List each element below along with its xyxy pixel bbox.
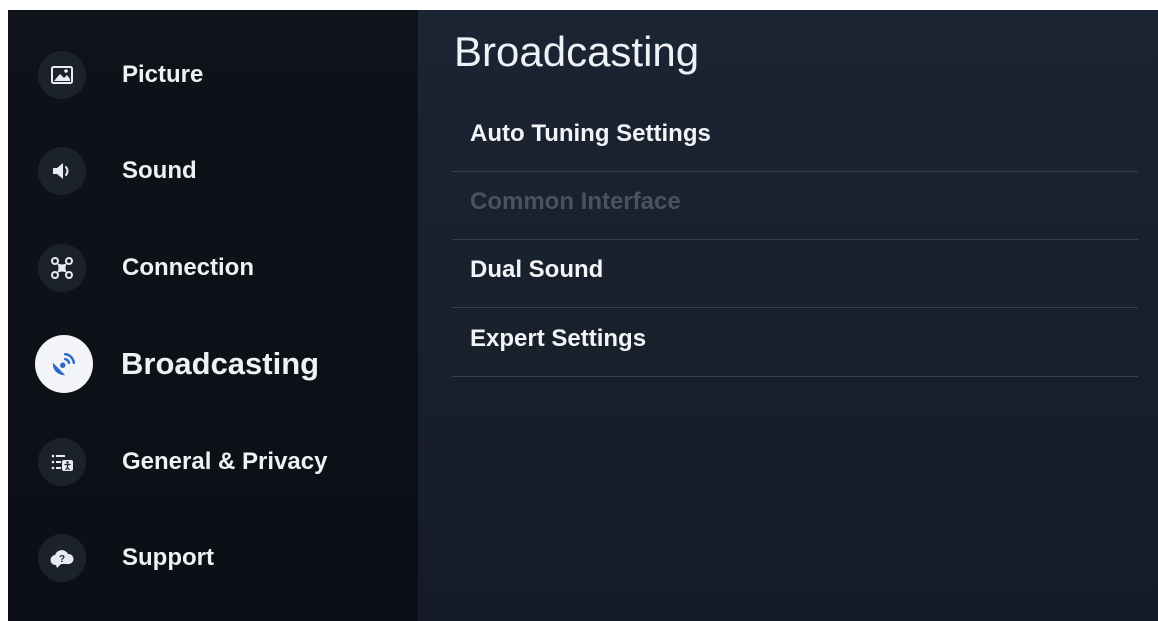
speaker-icon [38,147,86,195]
menu-item-label: Common Interface [470,188,681,215]
menu-item-auto-tuning-settings[interactable]: Auto Tuning Settings [452,104,1138,172]
menu-item-label: Expert Settings [470,325,647,352]
sidebar-item-connection[interactable]: Connection [38,238,254,298]
menu-item-dual-sound[interactable]: Dual Sound [452,240,1138,308]
sidebar-item-sound[interactable]: Sound [38,141,197,201]
menu-item-common-interface: Common Interface [452,172,1138,240]
sidebar-item-general-privacy[interactable]: General & Privacy [38,432,327,492]
settings-sidebar: Picture Sound Connection Broadcasting Ge [8,10,418,621]
sidebar-item-label: General & Privacy [122,448,328,475]
sidebar-item-broadcasting[interactable]: Broadcasting [35,334,320,394]
sidebar-item-label: Sound [122,157,197,184]
sidebar-item-support[interactable]: ? Support [38,528,214,588]
sidebar-item-label: Support [122,544,214,571]
sidebar-item-label: Picture [122,61,204,88]
sidebar-item-picture[interactable]: Picture [38,45,203,105]
sidebar-item-label: Connection [122,254,254,281]
menu-item-expert-settings[interactable]: Expert Settings [452,309,1138,377]
tv-settings-screen: Picture Sound Connection Broadcasting Ge [8,10,1158,621]
menu-item-label: Auto Tuning Settings [470,120,711,147]
menu-item-label: Dual Sound [470,256,604,283]
general-privacy-icon [38,438,86,486]
page-title: Broadcasting [454,28,700,75]
network-icon [38,244,86,292]
support-cloud-icon: ? [38,534,86,582]
satellite-dish-icon [35,335,93,393]
svg-text:?: ? [59,554,65,565]
broadcasting-panel: Broadcasting Auto Tuning Settings Common… [418,10,1158,621]
picture-icon [38,51,86,99]
sidebar-item-label: Broadcasting [121,346,320,381]
